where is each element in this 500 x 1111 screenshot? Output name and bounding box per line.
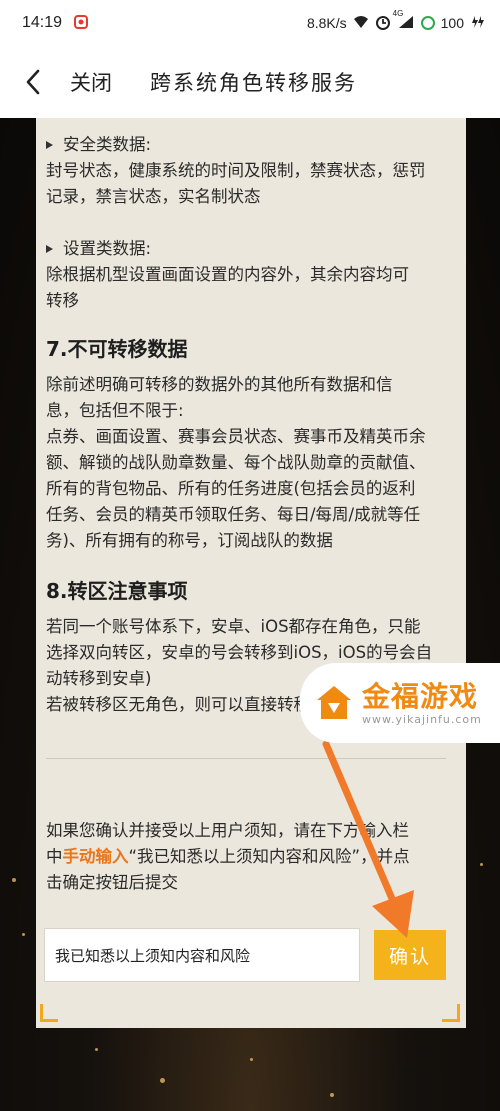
manual-input-highlight: 手动输入: [62, 847, 129, 866]
clock: 14:19: [22, 14, 63, 31]
watermark: 金福游戏 www.yikajinfu.com: [300, 663, 500, 743]
battery-level: 100: [440, 15, 464, 31]
sparkle: [160, 1078, 165, 1083]
confirm-button[interactable]: 确认: [374, 930, 446, 980]
section-7-line: 点券、画面设置、赛事会员状态、赛事币及精英币余: [46, 427, 426, 446]
alarm-icon: [375, 14, 391, 33]
wifi-icon: [353, 15, 369, 32]
security-subheading: 安全类数据:: [46, 132, 446, 158]
nav-bar: 关闭 跨系统角色转移服务: [0, 46, 500, 118]
panel-corner-decoration: [40, 1004, 58, 1022]
section-7-line: 额、解锁的战队勋章数量、每个战队勋章的贡献值、: [46, 453, 426, 472]
sparkle: [330, 1093, 334, 1097]
status-bar: 14:19 8.8K/s 4G 100: [0, 0, 500, 46]
section-7-line: 务)、所有拥有的称号，订阅战队的数据: [46, 531, 333, 550]
terms-content: 安全类数据: 封号状态，健康系统的时间及限制，禁赛状态，惩罚 记录，禁言状态，实…: [46, 132, 446, 718]
charging-icon: [470, 15, 486, 32]
watermark-brand: 金福游戏: [362, 679, 479, 713]
sparkle: [250, 1058, 253, 1061]
bullet-triangle-icon: [46, 245, 53, 253]
section-7-title: 7.不可转移数据: [46, 337, 188, 361]
notice-line-1: 如果您确认并接受以上用户须知，请在下方输入栏: [46, 821, 409, 840]
terms-panel[interactable]: 安全类数据: 封号状态，健康系统的时间及限制，禁赛状态，惩罚 记录，禁言状态，实…: [36, 118, 466, 1028]
sparkle: [12, 878, 16, 882]
section-8-title: 8.转区注意事项: [46, 579, 188, 603]
divider: [46, 758, 446, 759]
section-8-line: 若同一个账号体系下，安卓、iOS都存在角色，只能: [46, 617, 421, 636]
back-arrow-icon[interactable]: [22, 67, 44, 97]
sparkle: [480, 863, 483, 866]
confirmation-input[interactable]: 我已知悉以上须知内容和风险: [44, 928, 360, 982]
battery-icon: [420, 16, 435, 30]
settings-text-2: 转移: [46, 291, 79, 310]
signal-label: 4G: [392, 8, 404, 18]
page-title: 跨系统角色转移服务: [150, 71, 357, 95]
section-7-line: 所有的背包物品、所有的任务进度(包括会员的返利: [46, 479, 416, 498]
section-7-line: 息，包括但不限于:: [46, 401, 184, 420]
notice-line-2: 中手动输入“我已知悉以上须知内容和风险”，并点: [46, 847, 410, 866]
settings-subheading: 设置类数据:: [46, 236, 446, 262]
sparkle: [22, 933, 25, 936]
network-speed: 8.8K/s: [306, 15, 347, 31]
security-text-2: 记录，禁言状态，实名制状态: [46, 187, 261, 206]
cell-signal-icon: 4G: [393, 9, 415, 32]
panel-corner-decoration: [442, 1004, 460, 1022]
confirmation-input-value: 我已知悉以上须知内容和风险: [55, 946, 251, 965]
section-7-line: 任务、会员的精英币领取任务、每日/每周/成就等任: [46, 505, 421, 524]
sparkle: [95, 1048, 98, 1051]
watermark-logo-icon: [317, 686, 351, 719]
bullet-triangle-icon: [46, 141, 53, 149]
security-text-1: 封号状态，健康系统的时间及限制，禁赛状态，惩罚: [46, 161, 426, 180]
settings-text-1: 除根据机型设置画面设置的内容外，其余内容均可: [46, 265, 409, 284]
notice-line-3: 击确定按钮后提交: [46, 873, 178, 892]
background-scene: 安全类数据: 封号状态，健康系统的时间及限制，禁赛状态，惩罚 记录，禁言状态，实…: [0, 118, 500, 1111]
app-notification-icon: [74, 14, 89, 32]
confirmation-notice: 如果您确认并接受以上用户须知，请在下方输入栏 中手动输入“我已知悉以上须知内容和…: [46, 818, 448, 896]
section-7-line: 除前述明确可转移的数据外的其他所有数据和信: [46, 375, 393, 394]
close-button[interactable]: 关闭: [70, 67, 112, 97]
watermark-url: www.yikajinfu.com: [362, 712, 482, 726]
